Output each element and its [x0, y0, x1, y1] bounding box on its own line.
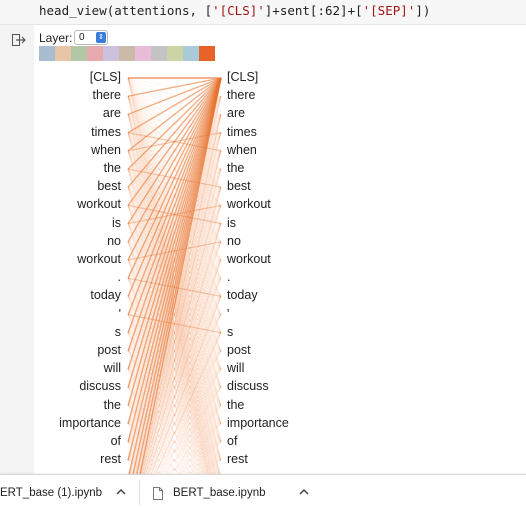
token-left[interactable]: today: [11, 288, 121, 302]
head-swatch[interactable]: [119, 46, 135, 61]
download-bar: ERT_base (1).ipynb BERT_base.ipynb: [0, 474, 526, 511]
token-left[interactable]: workout: [11, 197, 121, 211]
download-name-2: BERT_base.ipynb: [173, 487, 266, 499]
code-token: head_view(attentions, [: [39, 3, 213, 18]
head-swatch[interactable]: [55, 46, 71, 61]
chevron-up-icon[interactable]: [115, 487, 127, 497]
token-right[interactable]: discuss: [227, 379, 269, 393]
download-item-1[interactable]: ERT_base (1).ipynb: [0, 475, 102, 511]
head-swatch[interactable]: [199, 46, 215, 61]
token-right[interactable]: workout: [227, 197, 271, 211]
token-left[interactable]: the: [11, 161, 121, 175]
token-right[interactable]: are: [227, 106, 245, 120]
token-right[interactable]: today: [227, 288, 258, 302]
download-item-2[interactable]: BERT_base.ipynb: [153, 475, 265, 511]
token-right[interactable]: importance: [227, 416, 289, 430]
token-left[interactable]: of: [11, 434, 121, 448]
token-left[interactable]: .: [11, 270, 121, 284]
token-right[interactable]: when: [227, 143, 257, 157]
layer-select[interactable]: 0 ⇕: [74, 30, 108, 45]
chevron-up-icon[interactable]: [298, 487, 310, 497]
code-token: ]): [415, 3, 431, 18]
token-left[interactable]: are: [11, 106, 121, 120]
token-right[interactable]: the: [227, 398, 244, 412]
token-left[interactable]: best: [11, 179, 121, 193]
token-right[interactable]: there: [227, 88, 256, 102]
token-left[interactable]: times: [11, 125, 121, 139]
token-left[interactable]: [CLS]: [11, 70, 121, 84]
token-right[interactable]: will: [227, 361, 244, 375]
token-right[interactable]: ': [227, 307, 229, 321]
token-left[interactable]: discuss: [11, 379, 121, 393]
select-arrows-icon: ⇕: [96, 32, 106, 43]
head-swatch[interactable]: [39, 46, 55, 61]
token-right[interactable]: post: [227, 343, 251, 357]
token-left[interactable]: there: [11, 88, 122, 102]
token-right[interactable]: s: [227, 325, 233, 339]
token-right[interactable]: best: [227, 179, 251, 193]
token-left[interactable]: ': [11, 307, 121, 321]
token-right[interactable]: [CLS]: [227, 70, 258, 84]
head-swatch[interactable]: [87, 46, 103, 61]
code-token: '[CLS]': [212, 3, 265, 18]
token-left[interactable]: importance: [11, 416, 121, 430]
head-swatch[interactable]: [103, 46, 119, 61]
token-left[interactable]: no: [11, 234, 121, 248]
token-right[interactable]: is: [227, 216, 236, 230]
token-right[interactable]: no: [227, 234, 241, 248]
code-token: ]+sent[:62]+[: [264, 3, 363, 18]
code-cell[interactable]: head_view(attentions, ['[CLS]']+sent[:62…: [0, 0, 526, 25]
token-right[interactable]: times: [227, 125, 257, 139]
token-right[interactable]: workout: [227, 252, 271, 266]
layer-value: 0: [79, 32, 85, 43]
token-left[interactable]: rest: [11, 452, 121, 466]
head-swatch[interactable]: [167, 46, 183, 61]
code-token: '[SEP]': [362, 3, 416, 18]
token-left[interactable]: post: [11, 343, 121, 357]
file-icon: [153, 486, 163, 500]
token-right[interactable]: rest: [227, 452, 248, 466]
layer-label: Layer:: [39, 31, 73, 45]
head-swatch[interactable]: [183, 46, 199, 61]
token-left[interactable]: will: [11, 361, 121, 375]
output-redirect-icon[interactable]: [12, 34, 26, 46]
token-right[interactable]: .: [227, 270, 230, 284]
token-left[interactable]: workout: [11, 252, 121, 266]
head-swatch[interactable]: [135, 46, 151, 61]
token-left[interactable]: when: [11, 143, 121, 157]
token-left[interactable]: is: [11, 216, 121, 230]
head-swatches: [39, 46, 215, 61]
head-swatch[interactable]: [71, 46, 87, 61]
download-name-1: ERT_base (1).ipynb: [0, 487, 103, 499]
download-separator: [139, 481, 140, 505]
token-right[interactable]: the: [227, 161, 244, 175]
head-swatch[interactable]: [151, 46, 167, 61]
token-left[interactable]: s: [11, 325, 121, 339]
code-line: head_view(attentions, ['[CLS]']+sent[:62…: [39, 3, 430, 18]
token-right[interactable]: of: [227, 434, 237, 448]
token-left[interactable]: the: [11, 398, 121, 412]
